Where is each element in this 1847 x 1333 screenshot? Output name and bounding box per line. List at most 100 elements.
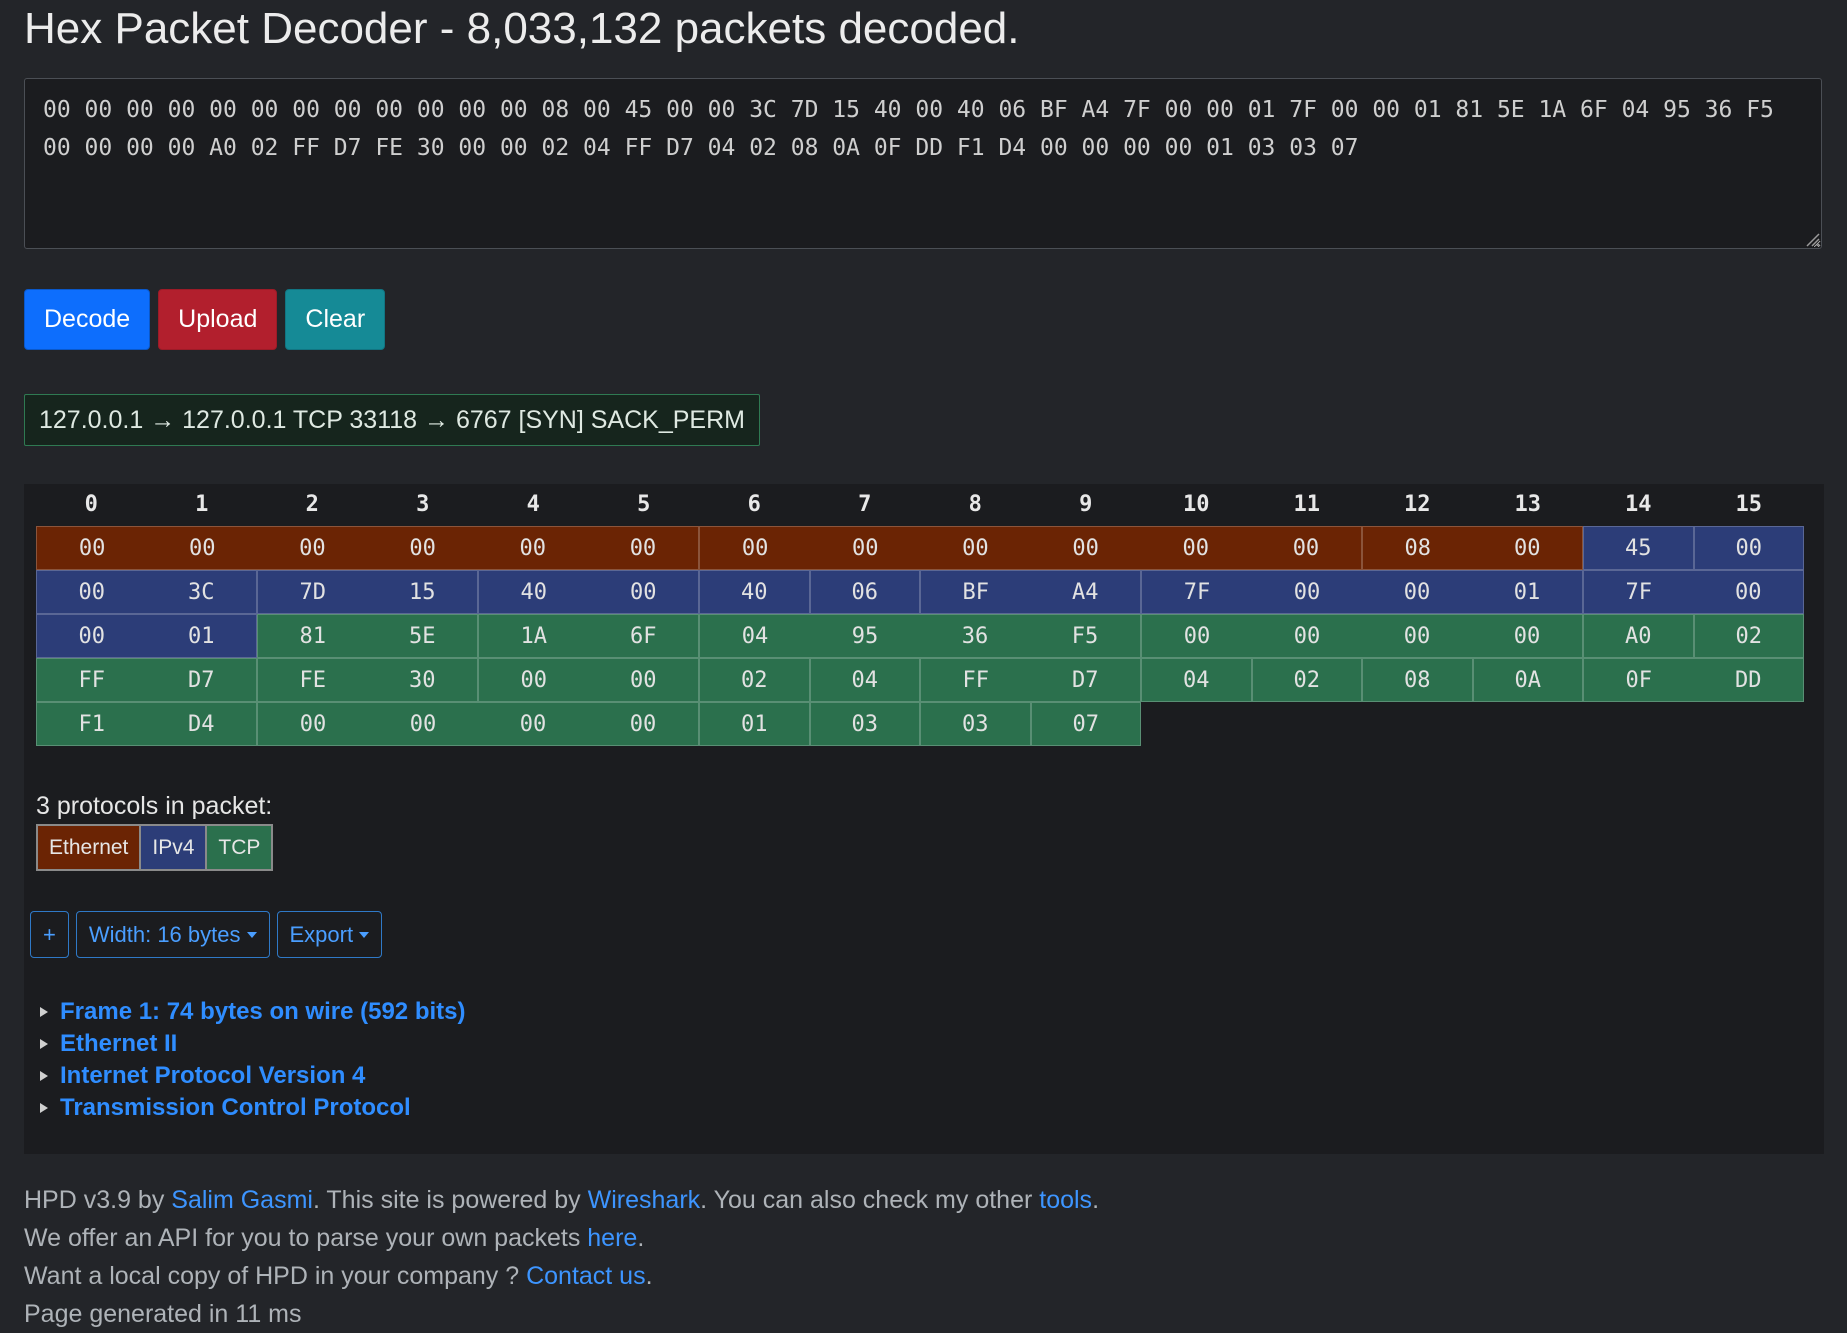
- hex-field[interactable]: A0: [1583, 614, 1694, 658]
- hex-field[interactable]: 02: [1251, 658, 1362, 702]
- action-buttons: Decode Upload Clear: [24, 289, 386, 350]
- hex-byte: 08: [1404, 535, 1432, 561]
- hex-field[interactable]: 00 00 00 00: [257, 702, 699, 746]
- hex-field[interactable]: 00 00 00 00: [1141, 614, 1583, 658]
- column-header: 7: [858, 492, 872, 517]
- legend-tcp[interactable]: TCP: [205, 826, 272, 869]
- upload-button[interactable]: Upload: [158, 289, 278, 350]
- footer-text: .: [1092, 1186, 1100, 1214]
- hex-field[interactable]: 7F 00 00 01: [1141, 570, 1583, 614]
- tree-item-tcp[interactable]: Transmission Control Protocol: [40, 1092, 465, 1124]
- footer-line-api: We offer an API for you to parse your ow…: [24, 1219, 1099, 1257]
- hex-field[interactable]: F1 D4: [36, 702, 257, 746]
- footer: HPD v3.9 by Salim Gasmi. This site is po…: [24, 1181, 1099, 1333]
- hex-field[interactable]: 00 01: [36, 614, 257, 658]
- hex-field[interactable]: 01: [699, 702, 810, 746]
- hex-byte: 02: [741, 667, 768, 693]
- hex-field[interactable]: 7D 15: [257, 570, 478, 614]
- hex-byte: 00: [630, 667, 657, 693]
- hex-byte: 00: [520, 667, 548, 693]
- hex-field[interactable]: 00 00 00 00 00 00: [699, 526, 1362, 570]
- tree-item-label: Frame 1: 74 bytes on wire (592 bits): [60, 998, 466, 1025]
- hex-byte: 81: [299, 623, 327, 649]
- author-link[interactable]: Salim Gasmi: [171, 1186, 313, 1214]
- legend-ethernet[interactable]: Ethernet: [38, 826, 140, 869]
- hex-byte: 00: [629, 535, 657, 561]
- add-button[interactable]: +: [30, 911, 69, 958]
- hex-field[interactable]: 0A: [1472, 658, 1583, 702]
- hex-byte: 01: [188, 623, 215, 649]
- hex-byte: 00: [409, 535, 436, 561]
- hex-byte: 00: [1735, 579, 1762, 605]
- hex-byte: 3C: [188, 579, 215, 605]
- hex-byte: 00: [78, 535, 106, 561]
- hex-field[interactable]: 04: [1141, 658, 1252, 702]
- hex-byte: 02: [1293, 667, 1321, 693]
- hex-field[interactable]: 81 5E: [257, 614, 478, 658]
- column-header: 13: [1514, 492, 1542, 517]
- hex-field[interactable]: BF A4: [920, 570, 1141, 614]
- hex-field[interactable]: 45: [1583, 526, 1694, 570]
- hex-field[interactable]: FF D7: [36, 658, 257, 702]
- hex-byte: 00: [1293, 579, 1321, 605]
- hex-field[interactable]: 04: [809, 658, 920, 702]
- hex-byte: 00: [1293, 623, 1321, 649]
- hex-byte: DD: [1735, 667, 1762, 693]
- hex-byte: 6F: [630, 623, 657, 649]
- hex-field[interactable]: 02: [699, 658, 810, 702]
- hex-byte: 40: [741, 579, 768, 605]
- hex-field[interactable]: 00 3C: [36, 570, 257, 614]
- clear-button[interactable]: Clear: [285, 289, 386, 350]
- hex-field[interactable]: 00: [1693, 526, 1804, 570]
- hex-byte: 0F: [1625, 667, 1653, 693]
- hex-field[interactable]: 06: [809, 570, 920, 614]
- hex-byte: 00: [1735, 535, 1763, 561]
- decode-button[interactable]: Decode: [24, 289, 151, 350]
- hex-byte: 00: [299, 711, 327, 737]
- tools-link[interactable]: tools: [1039, 1186, 1092, 1214]
- hex-field[interactable]: FF D7: [920, 658, 1141, 702]
- column-header: 15: [1735, 492, 1763, 517]
- hex-field[interactable]: 0F DD: [1583, 658, 1804, 702]
- resize-grip-icon[interactable]: [1804, 231, 1820, 247]
- hex-field[interactable]: 08: [1362, 658, 1473, 702]
- width-dropdown[interactable]: Width: 16 bytes: [75, 911, 270, 958]
- hex-byte: 01: [1513, 579, 1541, 605]
- hex-field[interactable]: 07: [1030, 702, 1141, 746]
- contact-link[interactable]: Contact us: [526, 1262, 646, 1290]
- hex-byte: FF: [962, 667, 990, 693]
- tree-item-ipv4[interactable]: Internet Protocol Version 4: [40, 1060, 465, 1092]
- hex-field[interactable]: 03: [809, 702, 920, 746]
- legend-ipv4[interactable]: IPv4: [139, 826, 206, 869]
- hex-field[interactable]: 02: [1693, 614, 1804, 658]
- export-dropdown[interactable]: Export: [276, 911, 383, 958]
- hex-field[interactable]: 40: [699, 570, 810, 614]
- tree-item-ethernet[interactable]: Ethernet II: [40, 1028, 465, 1060]
- hex-byte: 04: [1183, 667, 1210, 693]
- api-link[interactable]: here: [587, 1224, 637, 1252]
- hex-byte: 02: [1735, 623, 1763, 649]
- hex-field[interactable]: FE 30: [257, 658, 478, 702]
- footer-line-contact: Want a local copy of HPD in your company…: [24, 1257, 1099, 1295]
- hex-field[interactable]: 00 00: [478, 658, 699, 702]
- column-header-row: 0 1 2 3 4 5 6 7 8 9 10 11 12 13 14 15: [36, 492, 1804, 528]
- hex-field[interactable]: 04 95 36 F5: [699, 614, 1141, 658]
- hex-byte: 00: [1292, 535, 1320, 561]
- hex-field[interactable]: 7F 00: [1583, 570, 1804, 614]
- hex-byte: FE: [299, 667, 327, 693]
- hex-field[interactable]: 03: [920, 702, 1031, 746]
- hex-field[interactable]: 08 00: [1362, 526, 1583, 570]
- tree-item-frame[interactable]: Frame 1: 74 bytes on wire (592 bits): [40, 996, 465, 1028]
- footer-text: .: [637, 1224, 645, 1252]
- hex-field[interactable]: 00 00 00 00 00 00: [36, 526, 699, 570]
- page-title: Hex Packet Decoder - 8,033,132 packets d…: [24, 4, 1020, 53]
- tree-item-label: Transmission Control Protocol: [60, 1094, 411, 1121]
- expand-triangle-icon: [40, 1007, 48, 1017]
- column-header: 6: [747, 492, 761, 517]
- hex-field[interactable]: 40 00: [478, 570, 699, 614]
- hex-field[interactable]: 1A 6F: [478, 614, 699, 658]
- hex-input[interactable]: 00 00 00 00 00 00 00 00 00 00 00 00 08 0…: [24, 78, 1822, 249]
- hex-byte: 7F: [1625, 579, 1653, 605]
- wireshark-link[interactable]: Wireshark: [588, 1186, 701, 1214]
- hex-byte: D7: [188, 667, 215, 693]
